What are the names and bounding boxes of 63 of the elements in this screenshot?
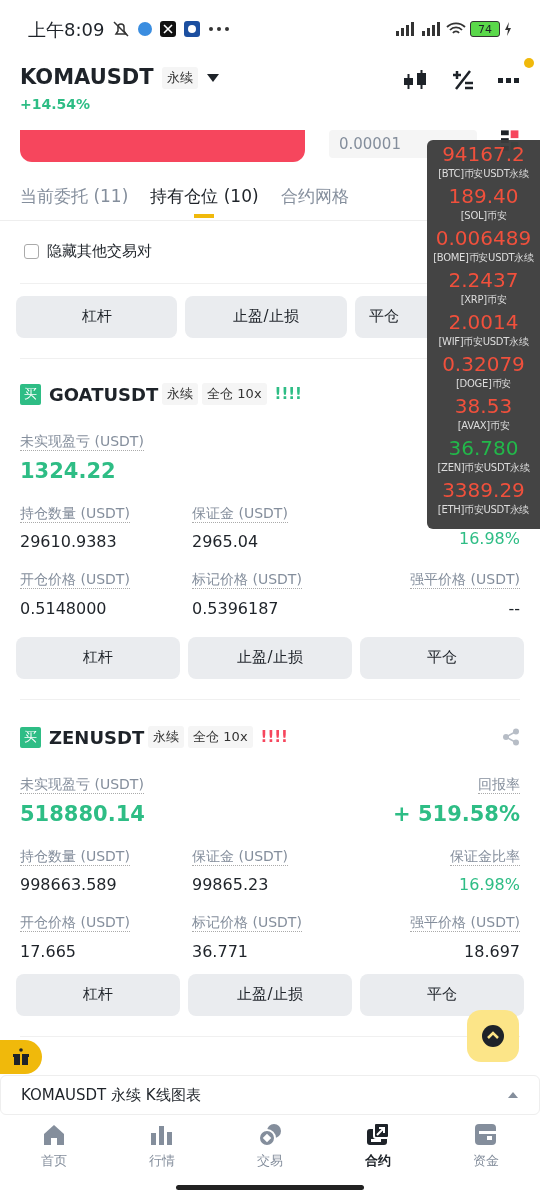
risk-marks: !!!! xyxy=(274,383,302,405)
ticker-price: 189.40 xyxy=(447,184,520,208)
field-label: 开仓价格 (USDT) xyxy=(20,913,130,933)
position-tag: 永续 xyxy=(148,726,185,748)
side-badge: 买 xyxy=(20,726,41,748)
ticker-label: [WIF]币安USDT永续 xyxy=(437,335,530,349)
field-value: 2965.04 xyxy=(192,531,260,553)
field-value: 0.5148000 xyxy=(20,597,108,620)
contract-tag: 永续 xyxy=(161,67,198,89)
field-value: 998663.589 xyxy=(20,874,118,896)
field-label: 未实现盈亏 (USDT) xyxy=(20,774,144,794)
position-tag: 全仓 10x xyxy=(188,726,253,748)
status-time: 上午8:09 xyxy=(28,17,105,42)
risk-marks: !!!! xyxy=(260,726,288,748)
ticker-price: 36.780 xyxy=(447,436,520,460)
ticker-price: 2.0014 xyxy=(447,310,520,334)
roe-value: + 519.58% xyxy=(393,801,520,828)
field-value: 16.98% xyxy=(458,874,520,896)
field-label: 保证金比率 xyxy=(450,846,520,866)
ticker-label: [DOGE]币安 xyxy=(454,377,512,391)
field-label: 标记价格 (USDT) xyxy=(192,913,302,933)
ticker-price: 0.006489 xyxy=(434,226,533,250)
ticker-price: 3389.29 xyxy=(441,478,526,502)
field-label: 强平价格 (USDT) xyxy=(410,570,520,590)
ticker-label: [ZEN]币安USDT永续 xyxy=(436,461,531,475)
field-value: -- xyxy=(507,597,520,620)
ticker-price: 38.53 xyxy=(453,394,514,418)
field-value: 18.697 xyxy=(463,940,520,963)
field-value: 16.98% xyxy=(458,527,520,550)
ticker-label: [BTC]币安USDT永续 xyxy=(437,167,530,181)
checkbox-label: 隐藏其他交易对 xyxy=(47,241,152,263)
chart-bar-label: KOMAUSDT 永续 K线图表 xyxy=(21,1084,201,1106)
position-tag: 永续 xyxy=(162,383,199,405)
symbol-title: KOMAUSDT xyxy=(20,64,154,91)
field-value: 0.5396187 xyxy=(192,597,280,620)
ticker-label: [ETH]币安USDT永续 xyxy=(436,503,531,517)
pnl-value: 1324.22 xyxy=(20,458,117,485)
field-label: 未实现盈亏 (USDT) xyxy=(20,431,144,451)
field-label: 持仓数量 (USDT) xyxy=(20,846,130,866)
position-tag: 全仓 10x xyxy=(202,383,267,405)
pnl-value: 518880.14 xyxy=(20,801,145,828)
field-label: 开仓价格 (USDT) xyxy=(20,570,130,590)
ticker-label: [SOL]币安 xyxy=(459,209,508,223)
field-label: 回报率 xyxy=(478,774,520,794)
ticker-label: [BOME]币安USDT永续 xyxy=(432,251,535,265)
field-value: 29610.9383 xyxy=(20,531,118,553)
ticker-label: [AVAX]币安 xyxy=(456,419,511,433)
position-symbol: ZENUSDT xyxy=(49,725,145,750)
field-value: 17.665 xyxy=(20,940,77,963)
side-badge: 买 xyxy=(20,383,41,405)
field-label: 持仓数量 (USDT) xyxy=(20,503,130,523)
field-label: 标记价格 (USDT) xyxy=(192,570,302,590)
ticker-price: 2.2437 xyxy=(447,268,520,292)
field-value: 36.771 xyxy=(192,940,249,963)
field-label: 保证金 (USDT) xyxy=(192,846,288,866)
ticker-label: [XRP]币安 xyxy=(459,293,508,307)
ticker-price: 0.32079 xyxy=(441,352,526,376)
price-change: +14.54% xyxy=(20,94,92,114)
field-label: 强平价格 (USDT) xyxy=(410,913,520,933)
battery-icon: 74 xyxy=(470,21,500,37)
field-value: 99865.23 xyxy=(192,874,270,896)
position-symbol: GOATUSDT xyxy=(49,382,159,407)
field-label: 保证金 (USDT) xyxy=(192,503,288,523)
